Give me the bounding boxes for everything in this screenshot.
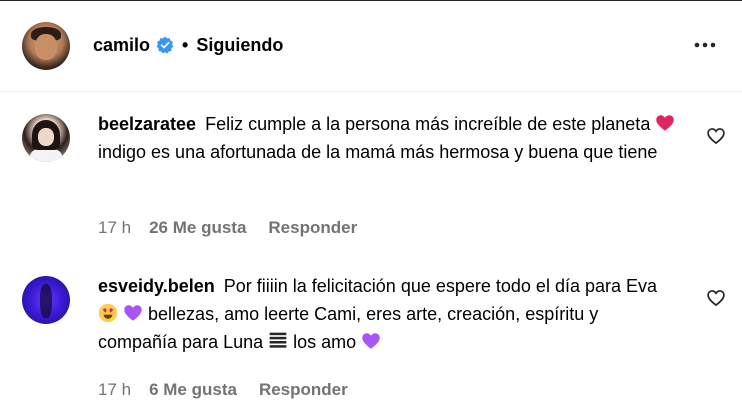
instagram-comments-panel: camilo • Siguiendo beelzaratee Feliz cum… [0,0,742,420]
comment-meta: 17 h 6 Me gusta Responder [98,380,348,400]
author-username[interactable]: camilo [93,35,150,56]
commenter-username[interactable]: beelzaratee [98,114,196,134]
author-avatar[interactable] [22,22,70,70]
avatar-figure [40,284,52,318]
more-options-icon[interactable] [692,34,718,56]
stacked-lines-emoji-icon [269,332,287,348]
comment-text: beelzaratee Feliz cumple a la persona má… [98,110,678,166]
comment-meta: 17 h 26 Me gusta Responder [98,218,357,238]
avatar-body [30,148,62,162]
like-heart-icon[interactable] [706,288,726,308]
commenter-username[interactable]: esveidy.belen [98,276,215,296]
purple-heart-emoji-icon [362,333,380,349]
reply-button[interactable]: Responder [259,380,348,400]
comment-text: esveidy.belen Por fiiiin la felicitación… [98,272,678,356]
like-heart-icon[interactable] [706,126,726,146]
comment-time: 17 h [98,218,132,237]
post-header: camilo • Siguiendo [0,0,742,92]
comment-text-part: indigo es una afortunada de la mamá más … [98,142,658,162]
commenter-avatar[interactable] [22,276,70,324]
comment-likes[interactable]: 6 Me gusta [149,380,237,400]
heart-eyes-emoji-icon [98,303,118,323]
separator-dot: • [182,34,189,55]
comment-likes[interactable]: 26 Me gusta [149,218,246,238]
reply-button[interactable]: Responder [268,218,357,238]
comment-text-part: los amo [293,332,357,352]
comment-time: 17 h [98,380,132,399]
following-button[interactable]: Siguiendo [196,35,283,56]
purple-heart-emoji-icon [124,305,142,321]
author-row: camilo • Siguiendo [93,33,283,57]
avatar-face [35,34,57,60]
verified-badge-icon [156,36,174,54]
comment-text-part: Por fiiiin la felicitación que espere to… [223,276,658,296]
red-heart-emoji-icon [656,115,675,131]
comment-text-part: Feliz cumple a la persona más increíble … [205,114,651,134]
avatar-face [38,128,54,146]
commenter-avatar[interactable] [22,114,70,162]
